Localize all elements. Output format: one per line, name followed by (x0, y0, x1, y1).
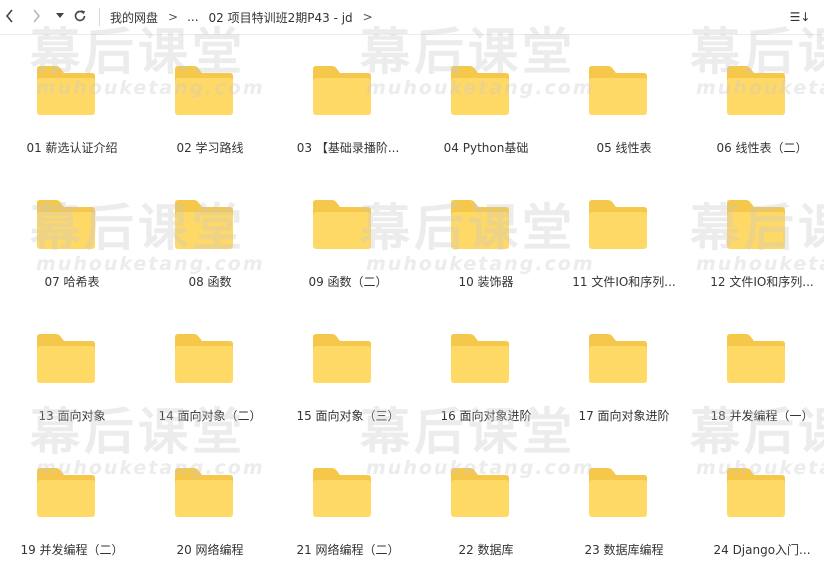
folder-item[interactable]: 03 【基础录播阶... (280, 35, 412, 155)
folder-name: 20 网络编程 (176, 543, 244, 557)
folder-name: 01 薪选认证介绍 (26, 141, 118, 155)
folder-name: 06 线性表（二） (716, 141, 808, 155)
folder-icon (724, 467, 788, 519)
folder-icon (586, 199, 650, 251)
folder-name: 19 并发编程（二） (20, 543, 124, 557)
folder-icon (448, 333, 512, 385)
folder-name: 15 面向对象（三） (296, 409, 400, 423)
sort-view-button[interactable]: ☰↓ (790, 8, 811, 26)
folder-name: 08 函数 (188, 275, 232, 289)
folder-name: 22 数据库 (458, 543, 514, 557)
folder-name: 02 学习路线 (176, 141, 244, 155)
folder-item[interactable]: 15 面向对象（三） (280, 303, 412, 423)
breadcrumb-ellipsis[interactable]: ... (187, 10, 198, 24)
folder-icon (172, 199, 236, 251)
folder-icon (724, 333, 788, 385)
folder-item[interactable]: 10 装饰器 (418, 169, 550, 289)
folder-item[interactable]: 06 线性表（二） (694, 35, 824, 155)
folder-item[interactable]: 04 Python基础 (418, 35, 550, 155)
folder-item[interactable]: 09 函数（二） (280, 169, 412, 289)
folder-icon (34, 467, 98, 519)
folder-icon (172, 333, 236, 385)
folder-icon (310, 467, 374, 519)
folder-item[interactable]: 07 哈希表 (4, 169, 136, 289)
folder-name: 17 面向对象进阶 (578, 409, 670, 423)
navigation-bar: 我的网盘 > ... 02 项目特训班2期P43 - jd > ☰↓ (0, 0, 824, 35)
folder-item[interactable]: 21 网络编程（二） (280, 437, 412, 557)
folder-name: 12 文件IO和序列... (710, 275, 814, 289)
folder-icon (310, 333, 374, 385)
breadcrumb-root[interactable]: 我的网盘 (110, 9, 158, 26)
folder-icon (586, 467, 650, 519)
folder-icon (724, 65, 788, 117)
folder-icon (448, 199, 512, 251)
chevron-right-icon (33, 9, 41, 23)
folder-name: 18 并发编程（一） (710, 409, 814, 423)
folder-icon (448, 467, 512, 519)
history-dropdown-button[interactable] (50, 6, 70, 26)
folder-item[interactable]: 12 文件IO和序列... (694, 169, 824, 289)
folder-grid: 01 薪选认证介绍 02 学习路线 03 【基础录播阶... 04 Python基础 0… (0, 35, 824, 570)
folder-icon (172, 467, 236, 519)
folder-name: 05 线性表 (596, 141, 652, 155)
folder-item[interactable]: 08 函数 (142, 169, 274, 289)
folder-item[interactable]: 14 面向对象（二） (142, 303, 274, 423)
folder-name: 03 【基础录播阶... (296, 141, 400, 155)
folder-name: 04 Python基础 (443, 141, 529, 155)
folder-name: 11 文件IO和序列... (572, 275, 676, 289)
folder-item[interactable]: 18 并发编程（一） (694, 303, 824, 423)
folder-name: 24 Django入门... (713, 543, 811, 557)
breadcrumb-current[interactable]: 02 项目特训班2期P43 - jd (209, 9, 353, 26)
chevron-left-icon (5, 9, 13, 23)
folder-icon (310, 199, 374, 251)
breadcrumb: 我的网盘 > ... 02 项目特训班2期P43 - jd > (110, 8, 382, 26)
folder-name: 10 装饰器 (458, 275, 514, 289)
forward-button[interactable] (26, 6, 46, 26)
refresh-icon (74, 10, 86, 22)
folder-item[interactable]: 01 薪选认证介绍 (4, 35, 136, 155)
folder-name: 13 面向对象 (38, 409, 106, 423)
folder-name: 21 网络编程（二） (296, 543, 400, 557)
caret-down-icon (56, 13, 64, 18)
folder-name: 23 数据库编程 (584, 543, 664, 557)
folder-icon (586, 65, 650, 117)
folder-icon (34, 333, 98, 385)
folder-item[interactable]: 05 线性表 (556, 35, 688, 155)
folder-item[interactable]: 24 Django入门... (694, 437, 824, 557)
folder-icon (172, 65, 236, 117)
folder-item[interactable]: 02 学习路线 (142, 35, 274, 155)
folder-icon (724, 199, 788, 251)
refresh-button[interactable] (70, 6, 90, 26)
toolbar-divider (99, 8, 100, 26)
folder-icon (310, 65, 374, 117)
folder-name: 14 面向对象（二） (158, 409, 262, 423)
breadcrumb-separator: > (168, 10, 179, 24)
folder-icon (34, 199, 98, 251)
folder-name: 07 哈希表 (44, 275, 100, 289)
folder-name: 09 函数（二） (308, 275, 388, 289)
folder-item[interactable]: 13 面向对象 (4, 303, 136, 423)
folder-item[interactable]: 11 文件IO和序列... (556, 169, 688, 289)
folder-item[interactable]: 22 数据库 (418, 437, 550, 557)
folder-icon (586, 333, 650, 385)
breadcrumb-separator: > (362, 10, 373, 24)
folder-item[interactable]: 19 并发编程（二） (4, 437, 136, 557)
folder-name: 16 面向对象进阶 (440, 409, 532, 423)
folder-item[interactable]: 23 数据库编程 (556, 437, 688, 557)
folder-item[interactable]: 20 网络编程 (142, 437, 274, 557)
folder-icon (34, 65, 98, 117)
folder-item[interactable]: 16 面向对象进阶 (418, 303, 550, 423)
folder-item[interactable]: 17 面向对象进阶 (556, 303, 688, 423)
back-button[interactable] (0, 6, 20, 26)
folder-icon (448, 65, 512, 117)
